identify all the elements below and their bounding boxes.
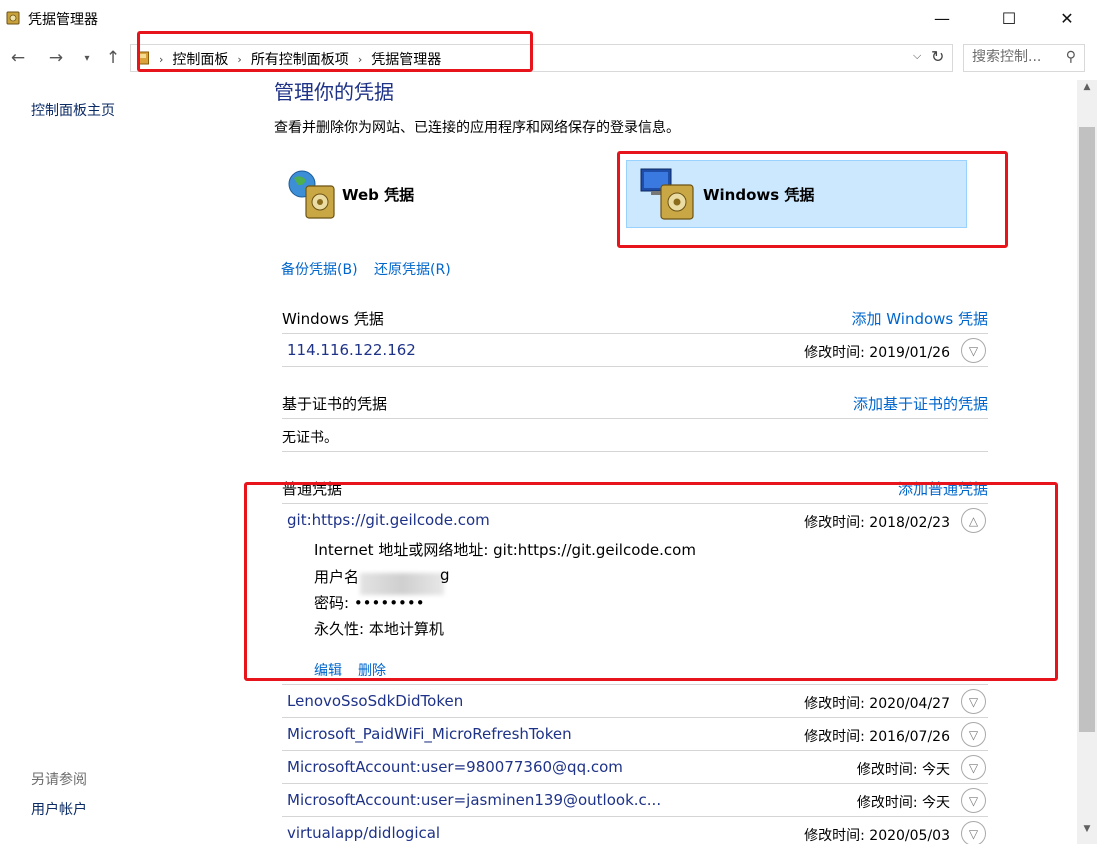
recent-locations-chevron-icon[interactable]: ▾ bbox=[79, 46, 95, 70]
credential-name[interactable]: MicrosoftAccount:user=jasminen139@outloo… bbox=[287, 791, 661, 809]
credential-modified-date: 修改时间: 2018/02/23 bbox=[804, 515, 950, 531]
credential-name[interactable]: LenovoSsoSdkDidToken bbox=[287, 692, 463, 710]
windows-credentials-icon bbox=[640, 168, 694, 220]
windows-credentials-label: Windows 凭据 bbox=[703, 185, 815, 204]
web-credentials-label: Web 凭据 bbox=[342, 185, 415, 204]
internet-address-line: Internet 地址或网络地址: git:https://git.geilco… bbox=[314, 541, 696, 559]
credential-row[interactable]: MicrosoftAccount:user=980077360@qq.com 修… bbox=[282, 751, 988, 784]
page-title: 管理你的凭据 bbox=[274, 80, 394, 104]
credential-modified-date: 修改时间: 今天 bbox=[856, 795, 950, 811]
backup-credentials-link[interactable]: 备份凭据(B) bbox=[281, 259, 358, 279]
refresh-icon[interactable]: ↻ bbox=[931, 47, 944, 66]
username-label: 用户名 bbox=[314, 568, 360, 586]
credential-modified-date: 修改时间: 2020/05/03 bbox=[804, 828, 950, 844]
window-title: 凭据管理器 bbox=[28, 12, 98, 28]
search-box[interactable]: ⚲ bbox=[963, 44, 1085, 72]
section-title: 普通凭据 bbox=[282, 480, 343, 498]
web-credentials-icon bbox=[288, 170, 335, 219]
expand-chevron-icon[interactable]: ▽ bbox=[961, 689, 986, 714]
breadcrumb-control-panel[interactable]: 控制面板 bbox=[172, 49, 228, 69]
web-credentials-tile[interactable]: Web 凭据 bbox=[286, 160, 586, 228]
credential-modified-date: 修改时间: 2020/04/27 bbox=[804, 696, 950, 712]
section-header: 普通凭据 添加普通凭据 bbox=[282, 476, 988, 504]
delete-link[interactable]: 删除 bbox=[358, 660, 386, 680]
credential-name[interactable]: git:https://git.geilcode.com bbox=[287, 511, 490, 529]
expand-chevron-icon[interactable]: ▽ bbox=[961, 338, 986, 363]
see-also-title: 另请参阅 bbox=[31, 772, 87, 788]
breadcrumb-separator: › bbox=[159, 52, 164, 66]
control-panel-home-link[interactable]: 控制面板主页 bbox=[31, 100, 115, 120]
add-windows-credential-link[interactable]: 添加 Windows 凭据 bbox=[852, 308, 989, 329]
credential-name[interactable]: MicrosoftAccount:user=980077360@qq.com bbox=[287, 758, 623, 776]
empty-certificates: 无证书。 bbox=[282, 419, 988, 452]
collapse-chevron-icon[interactable]: △ bbox=[961, 508, 986, 533]
search-input[interactable] bbox=[972, 49, 1058, 65]
scroll-up-arrow-icon[interactable]: ▲ bbox=[1077, 82, 1097, 100]
certificate-credentials-section: 基于证书的凭据 添加基于证书的凭据 无证书。 bbox=[282, 391, 988, 452]
persistence-line: 永久性: 本地计算机 bbox=[314, 620, 444, 638]
minimize-button[interactable]: — bbox=[919, 0, 965, 36]
scrollbar-thumb[interactable] bbox=[1079, 127, 1095, 732]
credential-details: Internet 地址或网络地址: git:https://git.geilco… bbox=[282, 537, 988, 685]
title-bar: 凭据管理器 — ☐ ✕ bbox=[0, 0, 1101, 36]
credential-row[interactable]: MicrosoftAccount:user=jasminen139@outloo… bbox=[282, 784, 988, 817]
credential-modified-date: 修改时间: 2019/01/26 bbox=[804, 345, 950, 361]
credential-modified-date: 修改时间: 2016/07/26 bbox=[804, 729, 950, 745]
password-line: 密码: •••••••• bbox=[314, 594, 425, 612]
generic-credentials-section: 普通凭据 添加普通凭据 git:https://git.geilcode.com… bbox=[282, 476, 988, 844]
credential-name[interactable]: Microsoft_PaidWiFi_MicroRefreshToken bbox=[287, 725, 572, 743]
maximize-button[interactable]: ☐ bbox=[986, 0, 1032, 36]
edit-link[interactable]: 编辑 bbox=[314, 660, 342, 680]
credential-row[interactable]: 114.116.122.162 修改时间: 2019/01/26 ▽ bbox=[282, 334, 988, 367]
credential-name[interactable]: 114.116.122.162 bbox=[287, 341, 416, 359]
section-title: Windows 凭据 bbox=[282, 310, 384, 328]
section-header: 基于证书的凭据 添加基于证书的凭据 bbox=[282, 391, 988, 419]
back-arrow-icon[interactable]: ← bbox=[6, 46, 30, 70]
breadcrumb-separator[interactable]: › bbox=[237, 53, 241, 66]
windows-credentials-section: Windows 凭据 添加 Windows 凭据 114.116.122.162… bbox=[282, 306, 988, 367]
scroll-down-arrow-icon[interactable]: ▼ bbox=[1077, 824, 1097, 842]
breadcrumb-all-items[interactable]: 所有控制面板项 bbox=[251, 49, 349, 69]
credential-row-expanded[interactable]: git:https://git.geilcode.com 修改时间: 2018/… bbox=[282, 504, 988, 537]
breadcrumb: › 控制面板 › 所有控制面板项 › 凭据管理器 bbox=[159, 49, 441, 69]
navigation-bar: ← → ▾ ↑ › 控制面板 › 所有控制面板项 › 凭据管理器 ⌵ ↻ ⚲ bbox=[0, 36, 1101, 80]
page-description: 查看并删除你为网站、已连接的应用程序和网络保存的登录信息。 bbox=[274, 120, 680, 136]
credential-row[interactable]: LenovoSsoSdkDidToken 修改时间: 2020/04/27 ▽ bbox=[282, 685, 988, 718]
close-button[interactable]: ✕ bbox=[1044, 0, 1090, 36]
expand-chevron-icon[interactable]: ▽ bbox=[961, 821, 986, 844]
credential-modified-date: 修改时间: 今天 bbox=[856, 762, 950, 778]
expand-chevron-icon[interactable]: ▽ bbox=[961, 788, 986, 813]
address-dropdown-chevron-icon[interactable]: ⌵ bbox=[913, 49, 921, 63]
username-tail: g bbox=[440, 566, 450, 584]
windows-credentials-tile[interactable]: Windows 凭据 bbox=[626, 160, 967, 228]
credential-manager-icon bbox=[6, 11, 20, 25]
add-generic-credential-link[interactable]: 添加普通凭据 bbox=[898, 478, 988, 499]
add-certificate-credential-link[interactable]: 添加基于证书的凭据 bbox=[853, 393, 988, 414]
up-arrow-icon[interactable]: ↑ bbox=[101, 46, 125, 70]
forward-arrow-icon[interactable]: → bbox=[44, 46, 68, 70]
credential-name[interactable]: virtualapp/didlogical bbox=[287, 824, 440, 842]
credential-row[interactable]: virtualapp/didlogical 修改时间: 2020/05/03 ▽ bbox=[282, 817, 988, 844]
section-header: Windows 凭据 添加 Windows 凭据 bbox=[282, 306, 988, 334]
expand-chevron-icon[interactable]: ▽ bbox=[961, 722, 986, 747]
no-certificates-text: 无证书。 bbox=[282, 430, 338, 446]
section-title: 基于证书的凭据 bbox=[282, 395, 388, 413]
breadcrumb-separator[interactable]: › bbox=[358, 53, 362, 66]
user-accounts-link[interactable]: 用户帐户 bbox=[31, 799, 87, 819]
search-icon[interactable]: ⚲ bbox=[1066, 49, 1076, 65]
expand-chevron-icon[interactable]: ▽ bbox=[961, 755, 986, 780]
control-panel-icon bbox=[137, 51, 149, 65]
address-bar[interactable]: › 控制面板 › 所有控制面板项 › 凭据管理器 ⌵ ↻ bbox=[130, 44, 953, 72]
restore-credentials-link[interactable]: 还原凭据(R) bbox=[374, 259, 451, 279]
breadcrumb-credential-manager[interactable]: 凭据管理器 bbox=[371, 49, 441, 69]
credential-row[interactable]: Microsoft_PaidWiFi_MicroRefreshToken 修改时… bbox=[282, 718, 988, 751]
